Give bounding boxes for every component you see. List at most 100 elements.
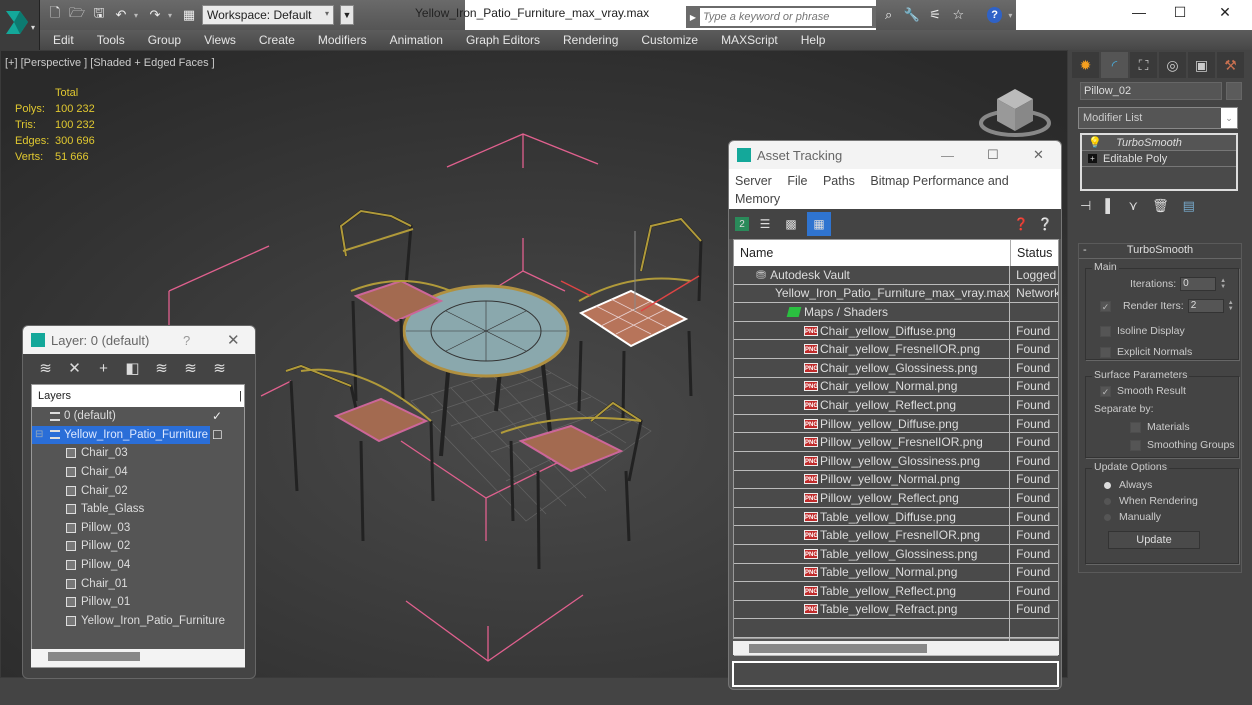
open-file-icon[interactable]: 🗁	[68, 5, 86, 24]
menu-tools[interactable]: Tools	[97, 33, 125, 47]
menu-server[interactable]: Server	[735, 174, 772, 188]
stack-item-turbosmooth[interactable]: 💡 TurboSmooth	[1082, 135, 1236, 151]
viewport-label[interactable]: [+] [Perspective ] [Shaded + Edged Faces…	[5, 57, 215, 69]
delete-layer-icon[interactable]: ✕	[66, 360, 83, 377]
asset-row[interactable]: PNG Pillow_yellow_FresnelIOR.png Found	[734, 433, 1058, 452]
asset-row[interactable]: PNG Table_yellow_Glossiness.png Found	[734, 544, 1058, 564]
asset-row[interactable]: PNG Chair_yellow_Diffuse.png Found	[734, 321, 1058, 341]
object-row[interactable]: Yellow_Iron_Patio_Furniture	[32, 612, 244, 631]
layers-column-header[interactable]: Layers |	[32, 385, 244, 407]
explicit-normals-checkbox[interactable]	[1100, 346, 1111, 358]
key-icon[interactable]: 🔧	[903, 6, 920, 24]
scrollbar-thumb[interactable]	[749, 644, 927, 653]
asset-row[interactable]: ⛃ Autodesk Vault Logged	[734, 266, 1058, 285]
asset-row[interactable]: PNG Chair_yellow_Glossiness.png Found	[734, 358, 1058, 378]
layer-row[interactable]: 0 (default) ✓	[32, 407, 244, 426]
undo-dropdown-icon[interactable]: ▾	[134, 11, 142, 20]
layer-explorer-titlebar[interactable]: Layer: 0 (default) ? ✕	[23, 326, 255, 354]
manually-radio[interactable]	[1104, 513, 1111, 521]
scrollbar-thumb[interactable]	[48, 652, 140, 661]
expand-icon[interactable]: +	[1088, 154, 1097, 163]
menu-edit[interactable]: Edit	[53, 33, 74, 47]
menu-maxscript[interactable]: MAXScript	[721, 33, 778, 47]
object-row[interactable]: Pillow_04	[32, 556, 244, 575]
always-radio[interactable]	[1104, 481, 1111, 489]
render-iters-checkbox[interactable]: ✓	[1100, 300, 1111, 312]
add-to-layer-icon[interactable]: +	[95, 360, 112, 377]
lightbulb-icon[interactable]: 💡	[1088, 136, 1102, 149]
object-row[interactable]: Table_Glass	[32, 500, 244, 519]
menu-paths[interactable]: Paths	[823, 174, 855, 188]
table-view-icon[interactable]: ▦	[807, 212, 831, 236]
menu-customize[interactable]: Customize	[641, 33, 698, 47]
utilities-tab-icon[interactable]: ⚒	[1217, 52, 1244, 78]
layer-settings-icon[interactable]: ≋	[211, 360, 228, 377]
rollout-header[interactable]: - TurboSmooth	[1079, 244, 1241, 259]
binoculars-icon[interactable]: ⌕	[880, 6, 897, 24]
minimize-button[interactable]: —	[941, 148, 954, 163]
redo-icon[interactable]: ↷	[146, 6, 164, 24]
star-icon[interactable]: ☆	[950, 6, 967, 24]
undo-icon[interactable]: ↶	[112, 6, 130, 24]
create-tab-icon[interactable]: ✹	[1072, 52, 1099, 78]
save-icon[interactable]: 🖫	[90, 5, 108, 24]
menu-animation[interactable]: Animation	[390, 33, 443, 47]
satellite-icon[interactable]: ⚟	[927, 6, 944, 24]
menu-group[interactable]: Group	[148, 33, 181, 47]
spinner-arrows-icon[interactable]: ▲ ▼	[1228, 300, 1236, 312]
help-icon[interactable]: ❓	[1011, 214, 1031, 234]
horizontal-scrollbar[interactable]	[733, 641, 1059, 655]
remove-modifier-icon[interactable]: 🗑	[1152, 198, 1169, 214]
refresh-icon[interactable]: 2	[735, 217, 749, 231]
customize-toolbar-button[interactable]: ▼	[340, 5, 354, 25]
horizontal-scrollbar[interactable]	[31, 649, 245, 667]
help-dropdown-icon[interactable]: ▾	[1008, 11, 1016, 20]
object-color-swatch[interactable]	[1226, 82, 1242, 100]
layer-row[interactable]: ⊟ Yellow_Iron_Patio_Furniture ☐	[32, 425, 244, 445]
update-button[interactable]: Update	[1108, 531, 1200, 549]
object-row[interactable]: Chair_03	[32, 444, 244, 463]
spinner-arrows-icon[interactable]: ▲ ▼	[1220, 278, 1228, 290]
pin-stack-icon[interactable]: ⊣	[1080, 198, 1091, 214]
list-view-icon[interactable]: ☰	[755, 214, 775, 234]
search-input[interactable]	[700, 8, 872, 26]
display-tab-icon[interactable]: ▣	[1188, 52, 1215, 78]
maximize-button[interactable]: ☐	[1165, 4, 1195, 24]
make-unique-icon[interactable]: ⋎	[1129, 198, 1139, 214]
close-button[interactable]: ✕	[227, 331, 240, 349]
column-header-status[interactable]: Status	[1011, 240, 1052, 266]
menu-rendering[interactable]: Rendering	[563, 33, 618, 47]
viewcube[interactable]	[977, 81, 1053, 141]
asset-row[interactable]: PNG Table_yellow_Refract.png Found	[734, 600, 1058, 620]
menu-graph-editors[interactable]: Graph Editors	[466, 33, 540, 47]
asset-row[interactable]: PNG Table_yellow_Diffuse.png Found	[734, 507, 1058, 527]
menu-create[interactable]: Create	[259, 33, 295, 47]
asset-row[interactable]: PNG Table_yellow_Normal.png Found	[734, 563, 1058, 583]
object-row[interactable]: Pillow_01	[32, 593, 244, 612]
set-current-layer-checkbox[interactable]: ☐	[212, 428, 223, 442]
asset-row[interactable]: PNG Chair_yellow_Reflect.png Found	[734, 396, 1058, 415]
menu-file[interactable]: File	[787, 174, 807, 188]
asset-row[interactable]: PNG Pillow_yellow_Glossiness.png Found	[734, 451, 1058, 471]
show-end-result-icon[interactable]: ▌	[1105, 198, 1114, 214]
modify-tab-icon[interactable]: ◜	[1101, 52, 1128, 78]
when-rendering-radio[interactable]	[1104, 497, 1111, 505]
context-help-icon[interactable]: ❔	[1035, 214, 1055, 234]
menu-bitmap-performance[interactable]: Bitmap Performance and Memory	[735, 174, 1009, 206]
configure-modifier-sets-icon[interactable]: ▤	[1183, 198, 1195, 214]
collapse-icon[interactable]: ⊟	[35, 429, 43, 440]
stack-item-editable-poly[interactable]: + Editable Poly	[1082, 151, 1236, 167]
asset-row[interactable]: Yellow_Iron_Patio_Furniture_max_vray.max…	[734, 284, 1058, 304]
asset-tracking-titlebar[interactable]: Asset Tracking — ☐ ✕	[729, 141, 1061, 169]
object-row[interactable]: Chair_04	[32, 463, 244, 482]
close-button[interactable]: ✕	[1033, 147, 1044, 163]
menu-help[interactable]: Help	[801, 33, 826, 47]
asset-row[interactable]: PNG Chair_yellow_FresnelIOR.png Found	[734, 340, 1058, 359]
asset-row[interactable]: PNG Table_yellow_Reflect.png Found	[734, 582, 1058, 601]
hierarchy-tab-icon[interactable]: ⛶	[1130, 52, 1157, 78]
redo-dropdown-icon[interactable]: ▾	[168, 11, 176, 20]
current-layer-check-icon[interactable]: ✓	[212, 409, 222, 423]
asset-row[interactable]: PNG Pillow_yellow_Reflect.png Found	[734, 489, 1058, 508]
asset-row[interactable]: PNG Pillow_yellow_Normal.png Found	[734, 470, 1058, 490]
menu-views[interactable]: Views	[204, 33, 236, 47]
